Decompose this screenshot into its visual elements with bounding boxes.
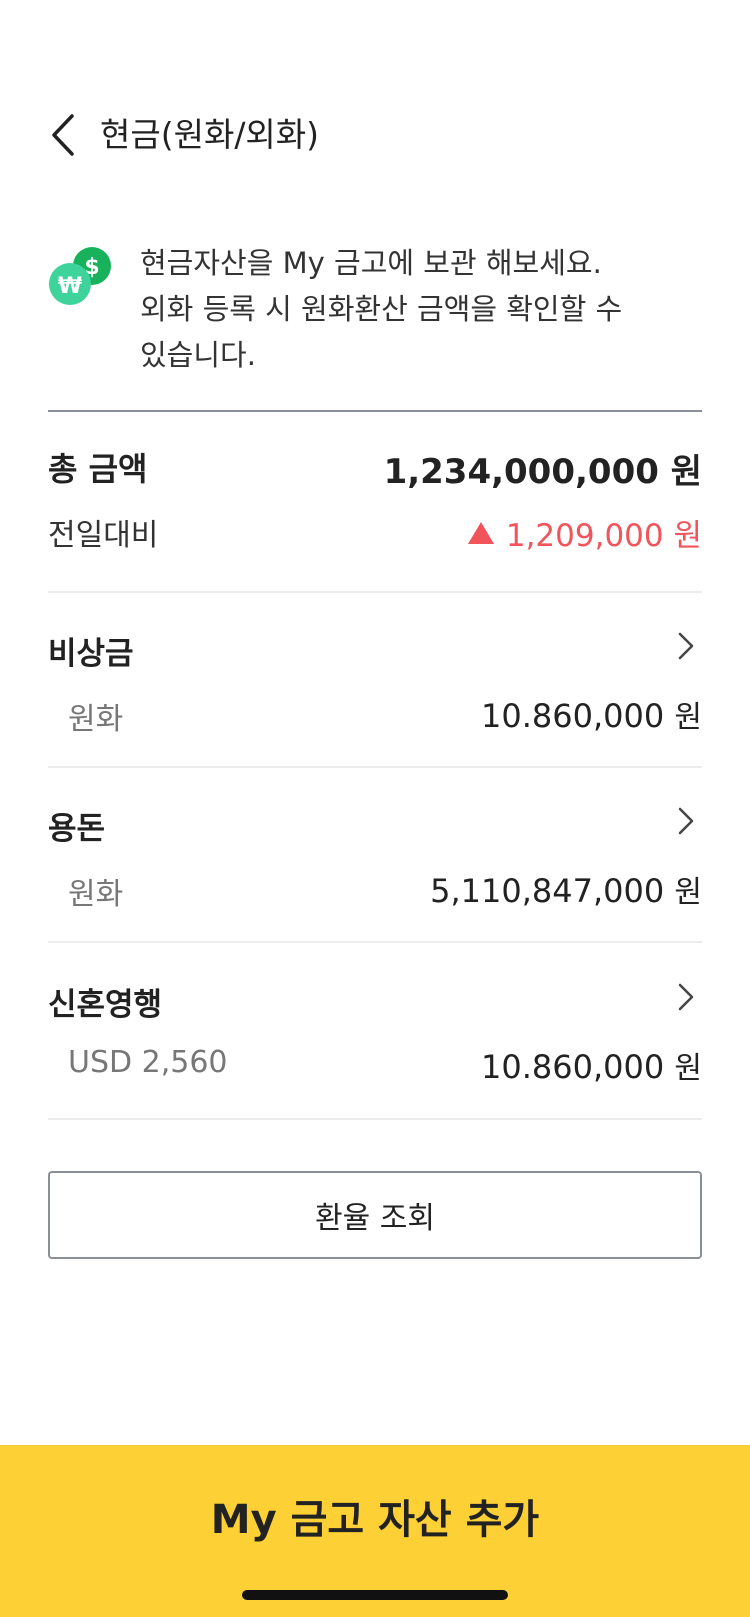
asset-amount-row: 10.860,000 원 xyxy=(481,1043,702,1087)
asset-amount: 10.860,000 xyxy=(481,1048,665,1086)
divider xyxy=(48,410,702,412)
total-label: 총 금액 xyxy=(48,450,148,488)
intro-text-line: 외화 등록 시 원화환산 금액을 확인할 수 xyxy=(140,292,623,326)
total-amount: 1,234,000,000 원 xyxy=(383,452,702,492)
divider xyxy=(48,591,702,593)
cash-coins-icon: $ ₩ xyxy=(49,247,111,305)
chevron-right-icon xyxy=(670,626,702,666)
asset-currency: USD 2,560 xyxy=(68,1045,228,1080)
asset-item-allowance[interactable]: 용돈 원화 5,110,847,000 원 xyxy=(48,797,702,927)
divider xyxy=(48,941,702,943)
chevron-right-icon xyxy=(670,801,702,841)
asset-name: 비상금 xyxy=(48,636,134,672)
asset-amount: 10.860,000 xyxy=(481,697,665,735)
back-button[interactable] xyxy=(40,112,86,158)
exchange-rate-button[interactable]: 환율 조회 xyxy=(48,1171,702,1259)
home-indicator xyxy=(242,1590,508,1600)
divider xyxy=(48,766,702,768)
asset-unit: 원 xyxy=(674,1051,702,1086)
asset-item-honeymoon[interactable]: 신혼영행 USD 2,560 10.860,000 원 xyxy=(48,973,702,1103)
asset-amount: 5,110,847,000 xyxy=(430,872,665,910)
asset-name: 신혼영행 xyxy=(48,987,163,1023)
add-asset-button[interactable]: My 금고 자산 추가 xyxy=(0,1445,750,1617)
asset-amount-row: 5,110,847,000 원 xyxy=(430,867,702,911)
asset-amount-row: 10.860,000 원 xyxy=(481,692,702,736)
intro-text-line: 현금자산을 My 금고에 보관 해보세요. xyxy=(140,246,602,280)
asset-currency: 원화 xyxy=(68,877,124,912)
chevron-right-icon xyxy=(670,977,702,1017)
asset-unit: 원 xyxy=(674,875,702,910)
asset-unit: 원 xyxy=(674,700,702,735)
diff-label: 전일대비 xyxy=(48,518,159,553)
diff-amount: 1,209,000 원 xyxy=(505,518,702,554)
divider xyxy=(48,1118,702,1120)
up-triangle-icon xyxy=(467,521,494,544)
asset-name: 용돈 xyxy=(48,811,106,847)
intro-text: 현금자산을 My 금고에 보관 해보세요. 외화 등록 시 원화환산 금액을 확… xyxy=(140,240,700,378)
intro-text-line: 있습니다. xyxy=(140,338,256,372)
page-title: 현금(원화/외화) xyxy=(100,115,320,154)
add-asset-label: My 금고 자산 추가 xyxy=(210,1497,540,1543)
header-bar: 현금(원화/외화) xyxy=(0,100,750,170)
svg-text:₩: ₩ xyxy=(58,274,82,299)
asset-currency: 원화 xyxy=(68,702,124,737)
total-summary: 총 금액 1,234,000,000 원 전일대비 1,209,000 원 xyxy=(48,440,702,560)
chevron-left-icon xyxy=(52,114,74,156)
diff-amount-row: 1,209,000 원 xyxy=(467,510,702,555)
asset-item-emergency[interactable]: 비상금 원화 10.860,000 원 xyxy=(48,622,702,752)
